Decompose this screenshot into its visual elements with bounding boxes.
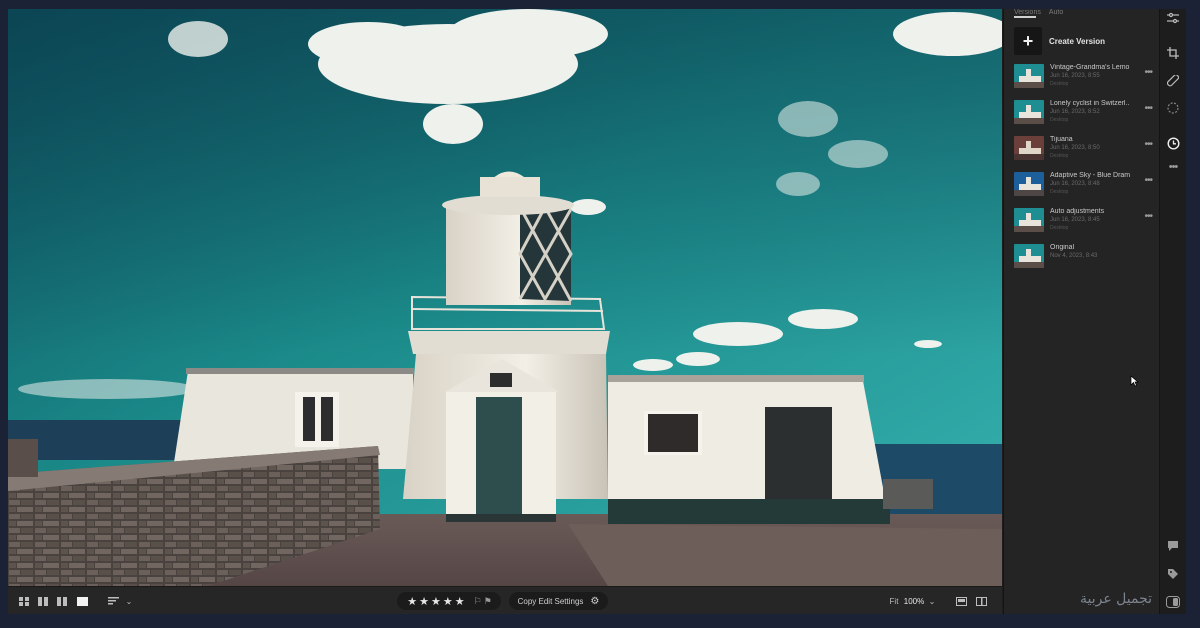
masking-icon[interactable]	[1165, 100, 1181, 116]
active-tab-indicator	[1014, 16, 1036, 18]
healing-icon[interactable]	[1165, 73, 1181, 89]
zoom-value[interactable]: 100%	[902, 592, 926, 610]
copy-edit-settings-button[interactable]: Copy Edit Settings ⚙	[509, 592, 608, 610]
version-name: Lonely cyclist in Switzerl...	[1050, 100, 1130, 107]
filmstrip-icon[interactable]	[954, 592, 968, 610]
compare-view-icon[interactable]	[54, 592, 70, 610]
version-item[interactable]: Vintage-Grandma's Lemo... Jun 16, 2023, 8…	[1014, 64, 1154, 92]
tool-rail: •••	[1159, 9, 1186, 614]
more-icon[interactable]: •••	[1165, 159, 1181, 175]
tab-auto[interactable]: Auto	[1049, 9, 1063, 16]
bottom-toolbar: ⌄ ★ ★ ★ ★ ★ ⚐ ⚑ Copy Edit Settings ⚙ Fit 100…	[8, 586, 1002, 614]
crop-icon[interactable]	[1165, 45, 1181, 61]
create-version-label: Create Version	[1049, 36, 1106, 46]
version-date: Jun 16, 2023, 8:52	[1050, 109, 1100, 115]
more-options-icon[interactable]: •••	[1144, 139, 1152, 150]
info-icon[interactable]	[1165, 594, 1181, 610]
square-grid-icon[interactable]	[35, 592, 51, 610]
tab-versions[interactable]: Versions	[1014, 9, 1041, 16]
version-thumbnail	[1014, 244, 1044, 268]
version-name: Adaptive Sky - Blue Drama	[1050, 172, 1130, 179]
more-options-icon[interactable]: •••	[1144, 211, 1152, 222]
version-item[interactable]: Auto adjustments Jun 16, 2023, 8:45 Deskto…	[1014, 208, 1154, 236]
version-item[interactable]: Tijuana Jun 16, 2023, 8:50 Desktop •••	[1014, 136, 1154, 164]
versions-history-icon[interactable]	[1165, 135, 1181, 151]
more-options-icon[interactable]: •••	[1144, 175, 1152, 186]
version-item[interactable]: Lonely cyclist in Switzerl... Jun 16, 202…	[1014, 100, 1154, 128]
more-options-icon[interactable]: •••	[1144, 67, 1152, 78]
star-icon[interactable]: ★	[443, 596, 453, 608]
rating-stars[interactable]: ★ ★ ★ ★ ★	[406, 595, 465, 608]
versions-panel: Versions Auto + Create Version Vintage-G…	[1003, 9, 1159, 614]
lightroom-window: ⌄ ★ ★ ★ ★ ★ ⚐ ⚑ Copy Edit Settings ⚙ Fit 100…	[8, 9, 1186, 614]
edit-sliders-icon[interactable]	[1165, 10, 1181, 26]
panel-tabs: Versions Auto	[1014, 9, 1063, 19]
version-item[interactable]: Adaptive Sky - Blue Drama Jun 16, 2023, 8…	[1014, 172, 1154, 200]
chevron-down-icon[interactable]: ⌄	[123, 592, 135, 610]
star-icon[interactable]: ★	[419, 596, 429, 608]
version-name: Original	[1050, 244, 1075, 251]
photo-canvas[interactable]	[8, 9, 1002, 586]
create-version-button[interactable]: + Create Version	[1014, 27, 1154, 55]
detail-view-icon[interactable]	[74, 592, 90, 610]
tag-icon[interactable]	[1165, 566, 1181, 582]
version-author: Desktop	[1050, 153, 1069, 159]
rating-control[interactable]: ★ ★ ★ ★ ★ ⚐ ⚑	[397, 592, 501, 610]
version-item[interactable]: Original Nov 4, 2023, 8:43	[1014, 244, 1154, 272]
version-author: Desktop	[1050, 81, 1069, 87]
comment-icon[interactable]	[1165, 538, 1181, 554]
version-date: Jun 16, 2023, 8:45	[1050, 217, 1100, 223]
version-author: Desktop	[1050, 225, 1069, 231]
version-thumbnail	[1014, 64, 1044, 88]
lighthouse-photo	[8, 9, 1002, 586]
gear-icon[interactable]: ⚙	[590, 596, 599, 607]
star-icon[interactable]: ★	[431, 596, 441, 608]
plus-icon: +	[1014, 27, 1042, 55]
mouse-cursor-icon	[1130, 374, 1139, 392]
version-name: Auto adjustments	[1050, 208, 1105, 215]
version-thumbnail	[1014, 172, 1044, 196]
version-thumbnail	[1014, 136, 1044, 160]
before-after-icon[interactable]	[974, 592, 988, 610]
version-date: Jun 16, 2023, 8:50	[1050, 145, 1100, 151]
flag-icon[interactable]: ⚐	[474, 596, 482, 607]
version-date: Jun 16, 2023, 8:55	[1050, 73, 1100, 79]
version-date: Jun 16, 2023, 8:48	[1050, 181, 1100, 187]
version-name: Vintage-Grandma's Lemo...	[1050, 64, 1130, 71]
watermark-text: تجميل عربية	[1080, 591, 1153, 607]
version-name: Tijuana	[1050, 136, 1073, 143]
fit-label[interactable]: Fit	[887, 592, 901, 610]
version-thumbnail	[1014, 100, 1044, 124]
version-author: Desktop	[1050, 117, 1069, 123]
grid-view-icon[interactable]	[16, 592, 32, 610]
more-options-icon[interactable]: •••	[1144, 103, 1152, 114]
star-icon[interactable]: ★	[455, 596, 465, 608]
version-thumbnail	[1014, 208, 1044, 232]
copy-edit-settings-label: Copy Edit Settings	[517, 596, 584, 606]
star-icon[interactable]: ★	[407, 596, 417, 608]
reject-flag-icon[interactable]: ⚑	[484, 596, 492, 607]
sort-icon[interactable]	[105, 592, 121, 610]
zoom-chevron-icon[interactable]: ⌄	[927, 592, 937, 610]
version-author: Desktop	[1050, 189, 1069, 195]
version-date: Nov 4, 2023, 8:43	[1050, 253, 1098, 259]
